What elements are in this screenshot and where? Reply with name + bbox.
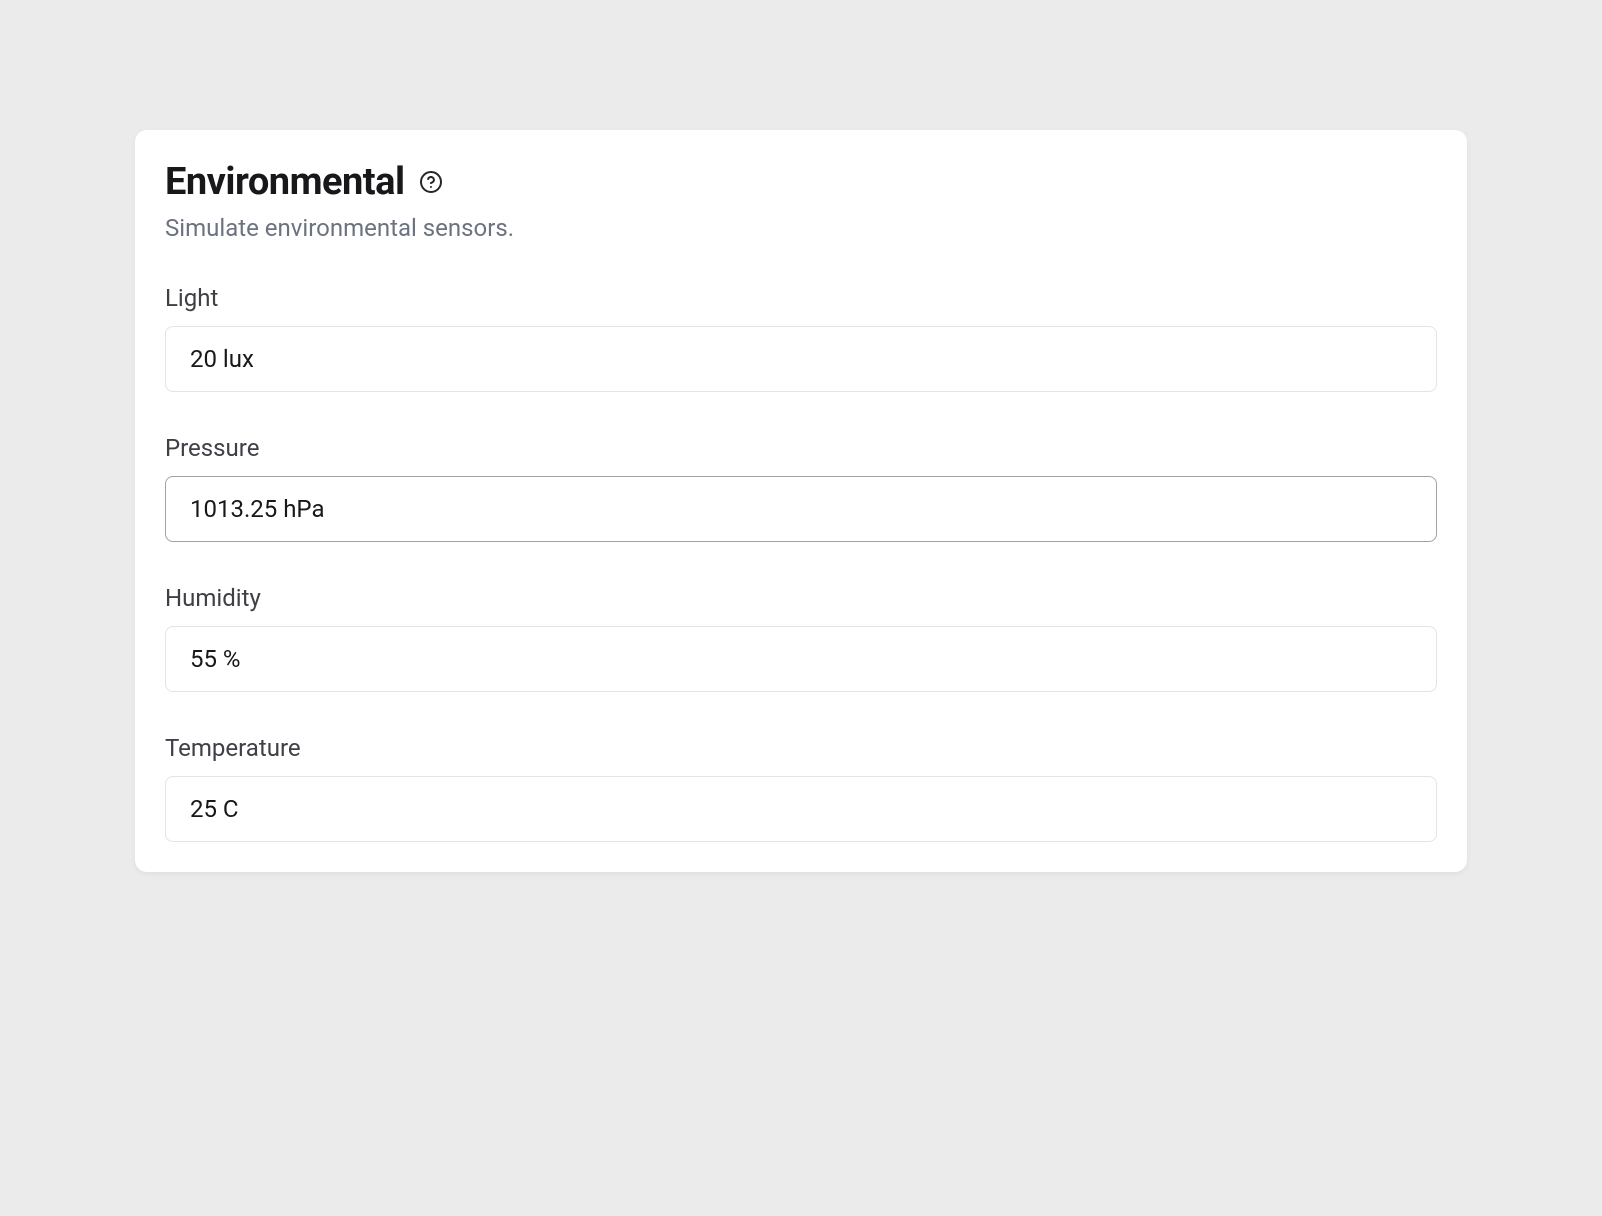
pressure-input[interactable] xyxy=(165,476,1437,542)
pressure-group: Pressure xyxy=(165,434,1437,542)
humidity-label: Humidity xyxy=(165,584,1437,612)
light-input[interactable] xyxy=(165,326,1437,392)
pressure-label: Pressure xyxy=(165,434,1437,462)
card-subtitle: Simulate environmental sensors. xyxy=(165,214,1437,242)
humidity-input[interactable] xyxy=(165,626,1437,692)
help-icon[interactable] xyxy=(419,170,443,194)
temperature-group: Temperature xyxy=(165,734,1437,842)
humidity-group: Humidity xyxy=(165,584,1437,692)
light-group: Light xyxy=(165,284,1437,392)
card-header: Environmental xyxy=(165,160,1437,204)
card-title: Environmental xyxy=(165,160,405,204)
environmental-card: Environmental Simulate environmental sen… xyxy=(135,130,1467,872)
temperature-label: Temperature xyxy=(165,734,1437,762)
temperature-input[interactable] xyxy=(165,776,1437,842)
light-label: Light xyxy=(165,284,1437,312)
